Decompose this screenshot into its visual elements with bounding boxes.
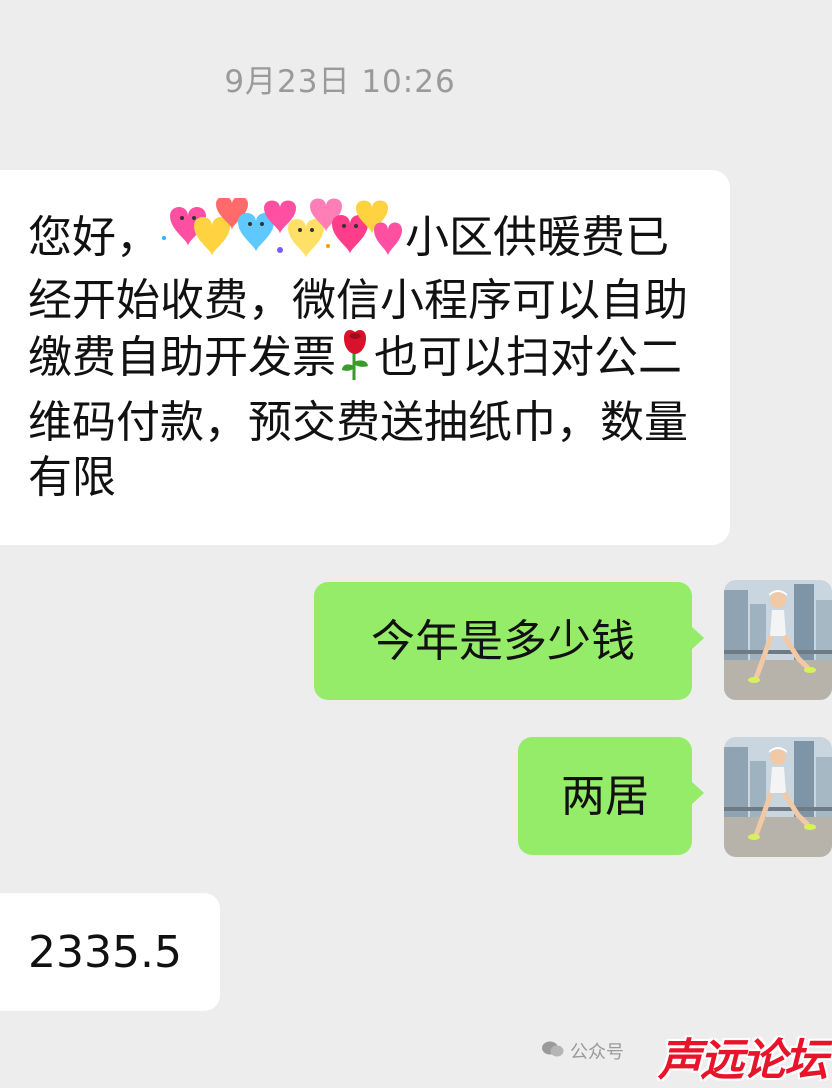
heart-stickers-icon — [160, 196, 405, 273]
sent-message-bubble[interactable]: 今年是多少钱 — [314, 582, 704, 700]
avatar[interactable] — [724, 580, 832, 700]
message-text: 您好， 小区供暖费已经开始收费，微信小程序可以自助缴费自助开发票 也可以扫对公二… — [28, 196, 700, 505]
rose-icon — [336, 328, 374, 395]
sent-message-bubble[interactable]: 两居 — [518, 737, 704, 855]
message-text: 两居 — [561, 770, 649, 822]
watermark-source-text: 公众号 — [570, 1042, 624, 1063]
message-text: 2335.5 — [28, 926, 182, 978]
received-message-bubble[interactable]: 2335.5 — [0, 893, 220, 1011]
watermark-source: 公众号 — [542, 1038, 624, 1064]
avatar[interactable] — [724, 737, 832, 857]
watermark-logo: 声远论坛 — [658, 1035, 828, 1086]
received-message-bubble[interactable]: 您好， 小区供暖费已经开始收费，微信小程序可以自助缴费自助开发票 也可以扫对公二… — [0, 170, 730, 545]
watermark: 公众号 声远论坛 — [532, 1022, 832, 1086]
message-text: 今年是多少钱 — [371, 615, 635, 667]
wechat-icon — [542, 1040, 564, 1063]
chat-timestamp: 9月23日 10:26 — [224, 64, 456, 100]
